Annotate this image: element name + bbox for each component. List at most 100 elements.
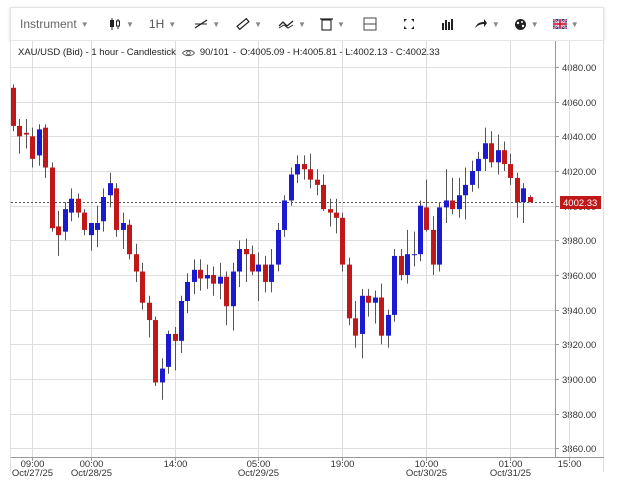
candle-down: [17, 125, 22, 137]
candle-up: [160, 368, 165, 383]
candle-up: [360, 295, 365, 334]
candle-down: [450, 200, 455, 210]
x-tick-time-label: 19:00: [331, 459, 355, 470]
candle-down: [56, 226, 61, 236]
candle-down: [134, 254, 139, 272]
candle-up: [476, 158, 481, 171]
x-tick-date-label: Oct/29/25: [238, 468, 279, 479]
candle-up: [69, 198, 74, 213]
candle-up: [192, 269, 197, 282]
y-tick-label: 3900.00: [562, 375, 596, 386]
candle-down: [82, 212, 87, 230]
candle-down: [224, 276, 229, 307]
candle-up: [95, 223, 100, 230]
y-tick-label: 3860.00: [562, 444, 596, 455]
candle-down: [263, 264, 268, 282]
candle-up: [269, 264, 274, 282]
candle-up: [108, 183, 113, 196]
candle-down: [399, 255, 404, 275]
candle-down: [173, 333, 178, 341]
candle-up: [386, 314, 391, 336]
candle-down: [379, 297, 384, 336]
candle-up: [218, 276, 223, 284]
candle-up: [237, 249, 242, 272]
candle-down: [30, 136, 35, 159]
candle-up: [37, 129, 42, 156]
candle-down: [50, 167, 55, 229]
candle-up: [521, 188, 526, 203]
candle-up: [166, 333, 171, 367]
candle-up: [179, 301, 184, 341]
candle-up: [205, 275, 210, 279]
candle-up: [470, 171, 475, 185]
y-tick-label: 4020.00: [562, 167, 596, 178]
candle-up: [101, 197, 106, 222]
candle-down: [431, 229, 436, 265]
candle-down: [334, 212, 339, 218]
candle-down: [211, 275, 216, 284]
candle-down: [244, 249, 249, 255]
candle-down: [424, 207, 429, 230]
candle-up: [289, 174, 294, 201]
candle-up: [457, 195, 462, 210]
candle-up: [63, 209, 68, 232]
candle-counter: 90/101: [199, 47, 229, 58]
candle-down: [302, 164, 307, 170]
y-tick-label: 3960.00: [562, 271, 596, 282]
candle-down: [147, 302, 152, 321]
candle-down: [340, 217, 345, 265]
symbol-label: XAU/USD (Bid) - 1 hour - Candlestick: [18, 47, 176, 58]
candle-up: [185, 281, 190, 301]
candle-down: [508, 164, 513, 178]
candle-down: [515, 177, 520, 203]
candle-up: [89, 223, 94, 236]
candle-down: [140, 271, 145, 303]
candle-down: [502, 150, 507, 165]
candle-down: [528, 197, 533, 203]
candle-up: [121, 223, 126, 230]
candle-down: [308, 169, 313, 180]
candle-down: [353, 318, 358, 336]
x-tick-date-label: Oct/31/25: [490, 468, 531, 479]
candle-up: [444, 200, 449, 208]
candle-up: [256, 264, 261, 272]
candle-down: [11, 87, 16, 126]
candle-down: [347, 264, 352, 319]
x-tick-time-label: 15:00: [558, 459, 582, 470]
candle-up: [405, 254, 410, 275]
eye-icon[interactable]: [181, 49, 195, 57]
y-tick-label: 4080.00: [562, 63, 596, 74]
candle-down: [43, 127, 48, 168]
x-tick-date-label: Oct/30/25: [406, 468, 447, 479]
candle-down: [127, 224, 132, 255]
candle-down: [489, 143, 494, 163]
candle-down: [328, 209, 333, 213]
candle-up: [496, 150, 501, 163]
last-price-badge-label: 4002.33: [563, 198, 597, 209]
candle-up: [392, 255, 397, 315]
y-tick-label: 4060.00: [562, 98, 596, 109]
candle-down: [198, 269, 203, 279]
candle-up: [231, 271, 236, 307]
candle-down: [24, 132, 29, 135]
candle-up: [295, 164, 300, 175]
candle-down: [321, 184, 326, 210]
candle-down: [250, 254, 255, 272]
candle-up: [412, 254, 417, 256]
candle-up: [437, 207, 442, 265]
candle-down: [114, 188, 119, 230]
candle-down: [76, 198, 81, 213]
chart-info-line: XAU/USD (Bid) - 1 hour - Candlestick 90/…: [18, 47, 440, 58]
y-tick-label: 3980.00: [562, 236, 596, 247]
candle-up: [373, 297, 378, 303]
candle-up: [282, 200, 287, 230]
y-tick-label: 3880.00: [562, 410, 596, 421]
x-tick-time-label: 14:00: [164, 459, 188, 470]
y-tick-label: 3940.00: [562, 306, 596, 317]
y-tick-label: 3920.00: [562, 340, 596, 351]
candlestick-chart[interactable]: 3860.00 3880.00 3900.00 3920.00 3940.00 3960.…: [0, 0, 625, 492]
ohlc-values: O:4005.09 - H:4005.81 - L:4002.13 - C:40…: [240, 47, 440, 58]
candle-down: [366, 295, 371, 303]
candle-up: [418, 205, 423, 255]
candle-down: [153, 320, 158, 383]
